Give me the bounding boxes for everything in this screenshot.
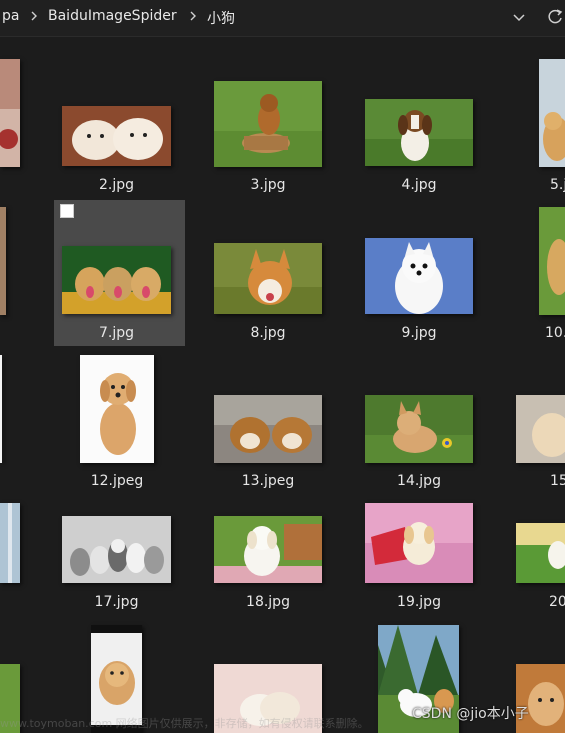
thumbnail-partial-16[interactable] [0, 503, 20, 583]
file-label-4: 4.jpg [401, 177, 437, 193]
file-label-18: 18.jpg [246, 594, 290, 610]
thumbnail-partial-1[interactable] [0, 59, 20, 167]
file-label-19: 19.jpg [397, 594, 441, 610]
breadcrumb-item-current[interactable]: 小狗 [207, 8, 235, 28]
breadcrumb-item-pa[interactable]: pa [2, 8, 19, 24]
thumbnail-13[interactable] [214, 395, 322, 463]
file-label-20: 20 [549, 594, 565, 610]
thumbnail-3[interactable] [214, 81, 322, 167]
file-label-12: 12.jpeg [90, 473, 144, 489]
file-label-9: 9.jpg [401, 325, 437, 341]
selection-checkbox[interactable] [60, 204, 74, 218]
file-label-5: 5.jpg [550, 177, 565, 193]
thumbnail-15[interactable] [516, 395, 565, 463]
thumbnail-14[interactable] [365, 395, 473, 463]
thumbnail-18[interactable] [214, 516, 322, 583]
chevron-right-icon [187, 6, 199, 26]
thumbnail-10[interactable] [539, 207, 565, 315]
thumbnail-partial-11[interactable] [0, 355, 2, 463]
thumbnail-8[interactable] [214, 243, 322, 314]
thumbnail-5[interactable] [539, 59, 565, 167]
thumbnail-7[interactable] [62, 246, 171, 314]
csdn-watermark: CSDN @jio本小子 [412, 706, 529, 722]
file-label-15: 15 [550, 473, 565, 489]
thumbnail-4[interactable] [365, 99, 473, 166]
file-label-3: 3.jpg [250, 177, 286, 193]
file-label-17: 17.jpg [94, 594, 139, 610]
chevron-down-icon[interactable] [510, 8, 528, 26]
address-bar[interactable]: pa BaiduImageSpider 小狗 [0, 0, 565, 37]
thumbnail-2[interactable] [62, 106, 171, 166]
file-label-7: 7.jpg [98, 325, 135, 341]
file-grid[interactable]: 2.jpg 3.jpg 4.jpg 5.jpg 7.jpg 8.jpg 9.jp… [0, 37, 565, 733]
watermark-text: www.toymoban.com 网络图片仅供展示，非存储，如有侵权请联系删除。 [0, 717, 369, 730]
file-label-8: 8.jpg [250, 325, 286, 341]
file-label-14: 14.jpg [397, 473, 441, 489]
file-label-10: 10. [545, 325, 565, 341]
file-label-13: 13.jpeg [241, 473, 295, 489]
thumbnail-partial-6[interactable] [0, 207, 6, 315]
thumbnail-12[interactable] [80, 355, 154, 463]
breadcrumb-item-spider[interactable]: BaiduImageSpider [48, 8, 177, 24]
chevron-right-icon [28, 6, 40, 26]
thumbnail-17[interactable] [62, 516, 171, 583]
thumbnail-19[interactable] [365, 503, 473, 583]
thumbnail-20[interactable] [516, 523, 565, 583]
thumbnail-9[interactable] [365, 238, 473, 314]
file-label-2: 2.jpg [98, 177, 135, 193]
refresh-icon[interactable] [546, 7, 564, 27]
